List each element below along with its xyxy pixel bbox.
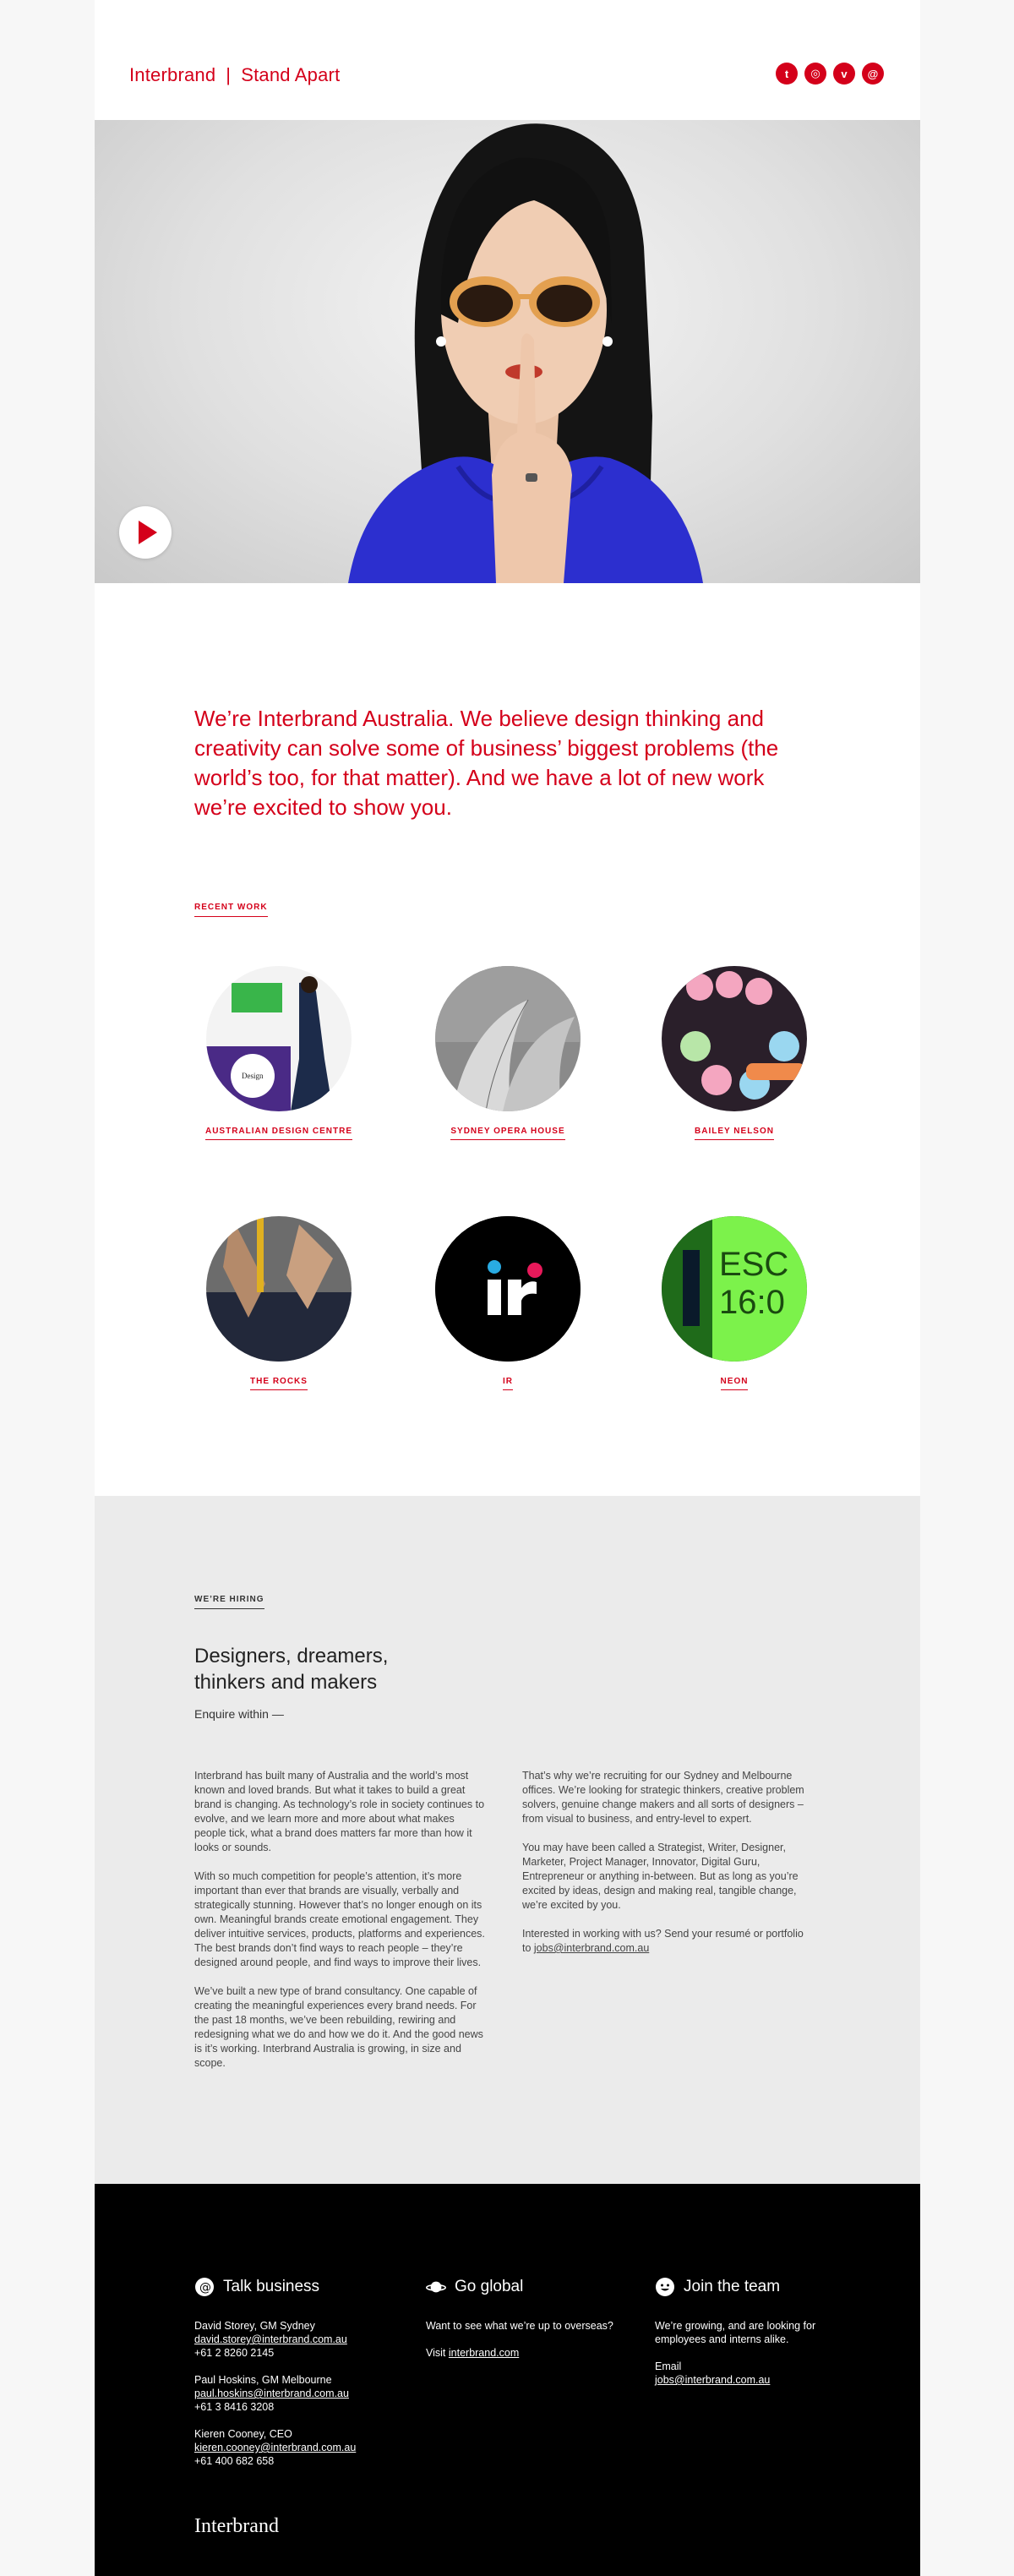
email-icon[interactable]: @ — [862, 63, 884, 85]
contact-phone: +61 400 682 658 — [194, 2455, 275, 2467]
at-sign-icon: @ — [194, 2277, 215, 2297]
footer-go-global: Go global Want to see what we’re up to o… — [426, 2277, 620, 2373]
twitter-icon[interactable]: t — [776, 63, 798, 85]
global-visit: Visit interbrand.com — [426, 2346, 620, 2360]
work-thumbnail[interactable]: ESC 16:0 — [662, 1216, 807, 1362]
work-label[interactable]: THE ROCKS — [250, 1377, 308, 1390]
interbrand-com-link[interactable]: interbrand.com — [449, 2347, 519, 2359]
brand-tagline: Stand Apart — [241, 64, 341, 85]
brand-name: Interbrand — [129, 64, 216, 85]
contact-block: David Storey, GM Sydney david.storey@int… — [194, 2319, 389, 2360]
footer-heading: @ Talk business — [194, 2277, 389, 2297]
work-thumbnail[interactable] — [206, 1216, 352, 1362]
work-item-neon[interactable]: ESC 16:0 NEON — [637, 1216, 831, 1390]
contact-email-link[interactable]: paul.hoskins@interbrand.com.au — [194, 2388, 349, 2399]
work-item-sydney-opera-house[interactable]: SYDNEY OPERA HOUSE — [411, 966, 605, 1140]
contact-name: David Storey, GM Sydney — [194, 2320, 315, 2332]
vimeo-icon[interactable]: v — [833, 63, 855, 85]
hiring-label: WE’RE HIRING — [194, 1595, 264, 1609]
footer-talk-business: @ Talk business David Storey, GM Sydney … — [194, 2277, 389, 2481]
contact-name: Kieren Cooney, CEO — [194, 2428, 292, 2440]
contact-name: Paul Hoskins, GM Melbourne — [194, 2374, 332, 2386]
hiring-paragraph: With so much competition for people’s at… — [194, 1870, 485, 1968]
work-thumbnail[interactable] — [662, 966, 807, 1111]
svg-text:ESC: ESC — [719, 1246, 788, 1283]
work-item-ir[interactable]: IR — [411, 1216, 605, 1390]
jobs-email-link[interactable]: jobs@interbrand.com.au — [534, 1942, 649, 1954]
contact-email-link[interactable]: kieren.cooney@interbrand.com.au — [194, 2442, 356, 2453]
work-label[interactable]: SYDNEY OPERA HOUSE — [450, 1127, 565, 1140]
hiring-paragraph: Interested in working with us? Send your… — [522, 1927, 814, 1956]
work-item-bailey-nelson[interactable]: BAILEY NELSON — [637, 966, 831, 1140]
work-item-the-rocks[interactable]: THE ROCKS — [182, 1216, 376, 1390]
work-label[interactable]: AUSTRALIAN DESIGN CENTRE — [204, 1127, 352, 1140]
brand-logo[interactable]: Interbrand | Stand Apart — [129, 64, 340, 86]
team-email-label: Email — [655, 2360, 682, 2372]
brand-separator: | — [226, 64, 232, 85]
planet-icon — [426, 2277, 446, 2297]
team-text: We’re growing, and are looking for emplo… — [655, 2320, 816, 2345]
contact-phone: +61 3 8416 3208 — [194, 2401, 275, 2413]
work-label[interactable]: IR — [503, 1377, 513, 1390]
page: Interbrand | Stand Apart t ◎ v @ We’re I… — [95, 0, 920, 2576]
team-email-link[interactable]: jobs@interbrand.com.au — [655, 2374, 770, 2386]
hiring-paragraph: We’ve built a new type of brand consulta… — [194, 1985, 483, 2069]
team-email-block: Email jobs@interbrand.com.au — [655, 2360, 849, 2387]
visit-prefix: Visit — [426, 2347, 449, 2359]
instagram-icon[interactable]: ◎ — [804, 63, 826, 85]
hiring-column-left: Interbrand has built many of Australia a… — [194, 1769, 486, 2085]
footer-join-team: Join the team We’re growing, and are loo… — [655, 2277, 849, 2400]
work-label[interactable]: BAILEY NELSON — [695, 1127, 774, 1140]
footer-heading-text: Go global — [455, 2278, 524, 2295]
hiring-title: Designers, dreamers, thinkers and makers — [194, 1645, 389, 1694]
work-thumbnail[interactable] — [435, 966, 581, 1111]
footer-heading-text: Join the team — [684, 2278, 781, 2295]
site-footer: @ Talk business David Storey, GM Sydney … — [95, 2184, 920, 2576]
contact-phone: +61 2 8260 2145 — [194, 2347, 275, 2359]
play-button[interactable] — [119, 506, 172, 559]
hiring-paragraph: Interbrand has built many of Australia a… — [194, 1770, 485, 1853]
contact-email-link[interactable]: david.storey@interbrand.com.au — [194, 2333, 347, 2345]
work-item-australian-design-centre[interactable]: Design AUSTRALIAN DESIGN CENTRE — [182, 966, 376, 1140]
work-thumbnail[interactable]: Design — [206, 966, 352, 1111]
work-thumbnail[interactable] — [435, 1216, 581, 1362]
intro-statement: We’re Interbrand Australia. We believe d… — [194, 706, 779, 820]
work-label[interactable]: NEON — [720, 1377, 749, 1390]
hiring-subtitle: Enquire within — — [194, 1707, 284, 1721]
social-links: t ◎ v @ — [776, 63, 884, 85]
contact-block: Paul Hoskins, GM Melbourne paul.hoskins@… — [194, 2373, 389, 2414]
contact-block: Kieren Cooney, CEO kieren.cooney@interbr… — [194, 2427, 389, 2468]
smiley-icon — [655, 2277, 675, 2297]
site-header: Interbrand | Stand Apart t ◎ v @ — [95, 0, 920, 120]
footer-heading-text: Talk business — [223, 2278, 320, 2295]
svg-text:Design: Design — [242, 1072, 264, 1080]
hiring-paragraph: You may have been called a Strategist, W… — [522, 1842, 799, 1911]
svg-text:@: @ — [199, 2281, 211, 2295]
play-icon — [139, 521, 157, 544]
hiring-section: WE’RE HIRING Designers, dreamers, thinke… — [95, 1496, 920, 2184]
hero-video[interactable] — [95, 120, 920, 583]
recent-work-label: RECENT WORK — [194, 903, 268, 917]
global-text: Want to see what we’re up to overseas? — [426, 2320, 613, 2332]
hiring-paragraph: That’s why we’re recruiting for our Sydn… — [522, 1770, 804, 1825]
hiring-column-right: That’s why we’re recruiting for our Sydn… — [522, 1769, 814, 1970]
interbrand-wordmark[interactable]: Interbrand — [194, 2515, 279, 2538]
footer-heading: Join the team — [655, 2277, 849, 2297]
svg-text:16:0: 16:0 — [719, 1284, 785, 1321]
footer-heading: Go global — [426, 2277, 620, 2297]
hero-image — [348, 123, 703, 583]
